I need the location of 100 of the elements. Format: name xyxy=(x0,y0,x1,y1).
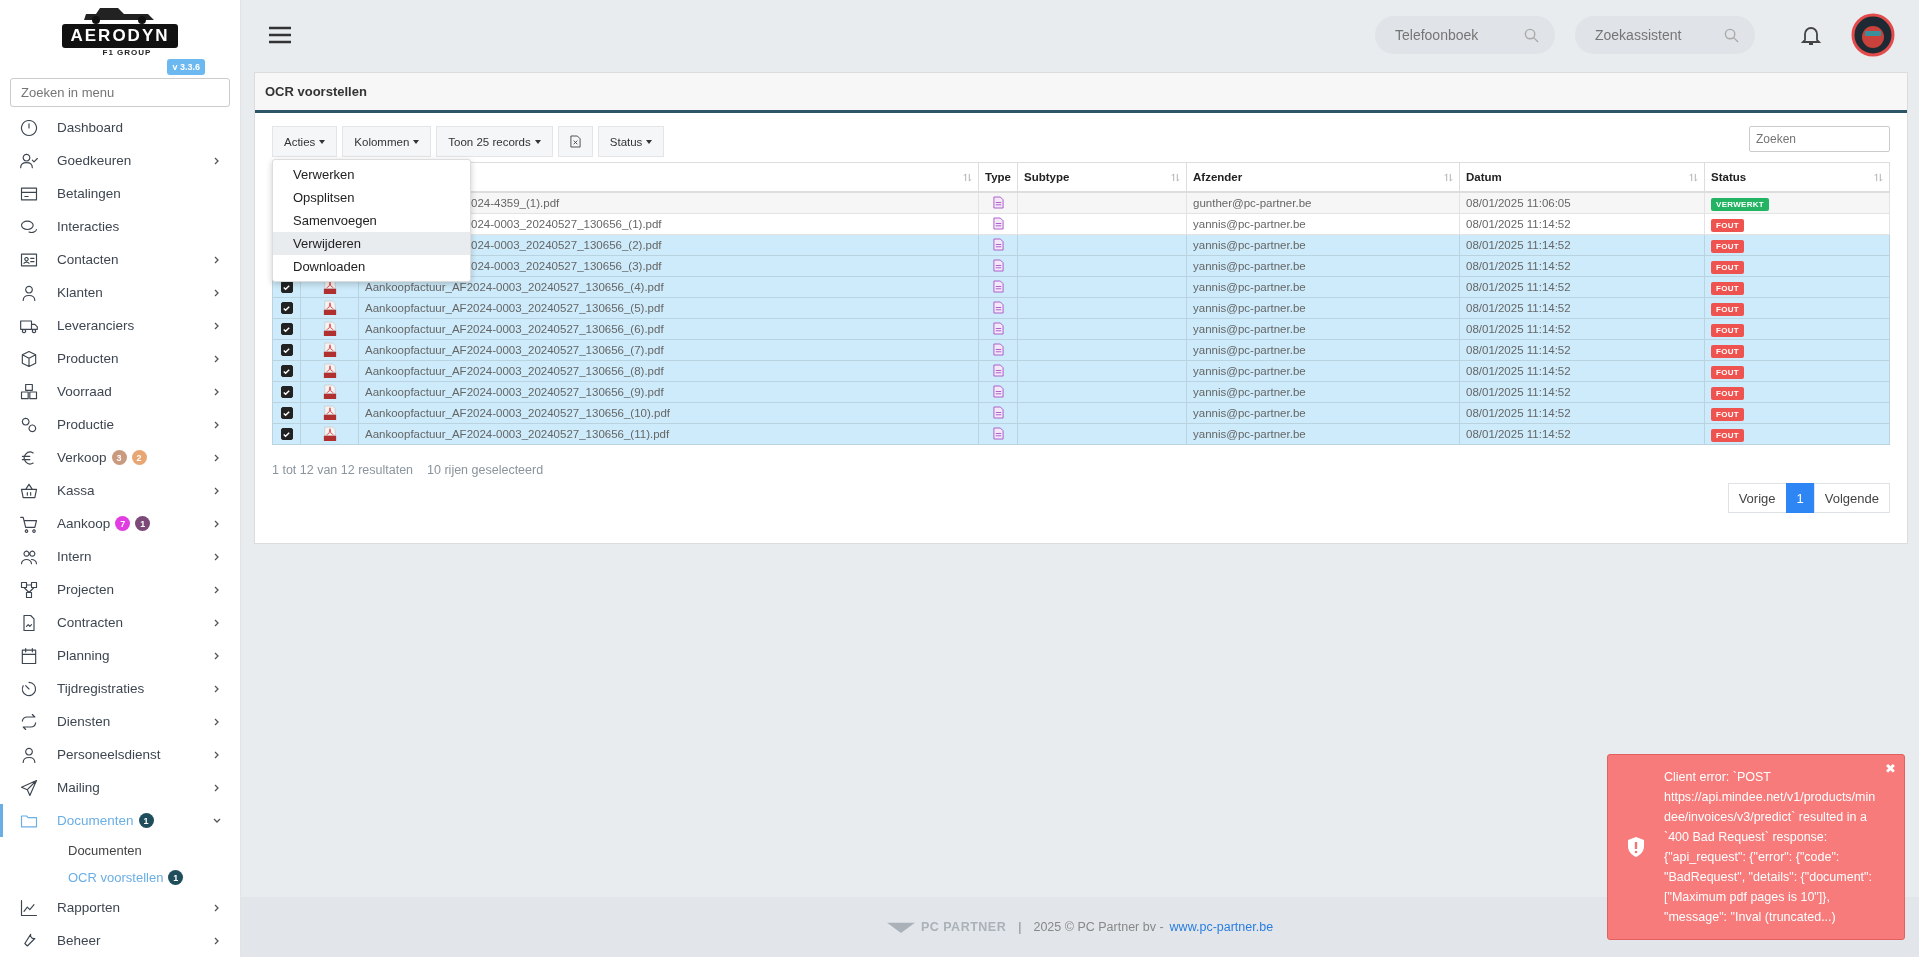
sidebar-item[interactable]: Beheer xyxy=(0,924,240,957)
page-button[interactable]: 1 xyxy=(1785,483,1815,513)
checkbox[interactable] xyxy=(280,365,293,378)
count-badge: 1 xyxy=(168,870,184,885)
menu-item[interactable]: Verwijderen xyxy=(273,232,470,255)
date-cell: 08/01/2025 11:14:52 xyxy=(1466,218,1571,230)
sidebar-item[interactable]: Interacties xyxy=(0,210,240,243)
sidebar-item[interactable]: Leveranciers xyxy=(0,309,240,342)
sidebar-item[interactable]: Diensten xyxy=(0,705,240,738)
sidebar-item[interactable]: Contacten xyxy=(0,243,240,276)
status-tag: FOUT xyxy=(1711,345,1744,358)
sidebar-item[interactable]: Intern xyxy=(0,540,240,573)
pdf-file-icon xyxy=(322,342,337,358)
dropdown-button[interactable]: Acties xyxy=(272,126,338,157)
sidebar-item[interactable]: Producten xyxy=(0,342,240,375)
sidebar-item[interactable]: Contracten xyxy=(0,606,240,639)
checkbox[interactable] xyxy=(280,323,293,336)
nodes-icon xyxy=(19,579,39,600)
table-search-field[interactable]: Zoeken xyxy=(1749,126,1890,152)
status-tag: VERWERKT xyxy=(1711,198,1770,211)
file-name: 024-0003_20240527_130656_(3).pdf xyxy=(470,260,662,272)
document-type-icon xyxy=(992,216,1004,230)
dropdown-button[interactable]: Toon 25 records xyxy=(436,126,553,157)
sidebar-item[interactable]: Planning xyxy=(0,639,240,672)
status-tag: FOUT xyxy=(1711,429,1744,442)
sidebar-item[interactable]: Klanten xyxy=(0,276,240,309)
boxes-icon xyxy=(19,381,39,402)
sidebar-item[interactable]: Tijdregistraties xyxy=(0,672,240,705)
sidebar-item[interactable]: Personeelsdienst xyxy=(0,738,240,771)
error-message: Client error: `POST https://api.mindee.net/v1/products/mindee/invoices/v3/predict` resulted in a `400 Bad Request` response: {"api_request": {"error": {"code": "BadRequest", "details": {"document": ["Maximum pdf pages is 10"]}, "message": "Inval (truncated...) xyxy=(1664,769,1877,926)
sender-email: yannis@pc-partner.be xyxy=(1193,365,1306,377)
checkbox[interactable] xyxy=(280,407,293,420)
excel-export-button[interactable] xyxy=(557,126,593,157)
document-type-icon xyxy=(992,342,1004,356)
status-tag: FOUT xyxy=(1711,387,1744,400)
sidebar-item[interactable]: Rapporten xyxy=(0,891,240,924)
date-cell: 08/01/2025 11:14:52 xyxy=(1466,281,1571,293)
arrows-icon xyxy=(19,711,39,732)
count-badge: 3 xyxy=(111,450,127,465)
document-type-icon xyxy=(992,321,1004,335)
checkbox[interactable] xyxy=(280,428,293,441)
status-tag: FOUT xyxy=(1711,240,1744,253)
page-button[interactable]: Volgende xyxy=(1813,483,1890,513)
date-cell: 08/01/2025 11:14:52 xyxy=(1466,344,1571,356)
sidebar-item[interactable]: Kassa xyxy=(0,474,240,507)
date-cell: 08/01/2025 11:14:52 xyxy=(1466,239,1571,251)
pdf-file-icon xyxy=(322,321,337,337)
checkbox[interactable] xyxy=(280,302,293,315)
status-tag: FOUT xyxy=(1711,303,1744,316)
column-header[interactable]: Status xyxy=(1711,171,1747,183)
sender-email: yannis@pc-partner.be xyxy=(1193,239,1306,251)
sender-email: yannis@pc-partner.be xyxy=(1193,344,1306,356)
date-cell: 08/01/2025 11:14:52 xyxy=(1466,365,1571,377)
sidebar-item[interactable]: Goedkeuren xyxy=(0,144,240,177)
sender-email: yannis@pc-partner.be xyxy=(1193,218,1306,230)
table-info: 1 tot 12 van 12 resultaten xyxy=(272,463,414,477)
chart-icon xyxy=(19,897,39,918)
sender-email: yannis@pc-partner.be xyxy=(1193,260,1306,272)
checkbox[interactable] xyxy=(280,386,293,399)
menu-icon[interactable] xyxy=(269,26,291,44)
search-icon xyxy=(1524,28,1539,43)
menu-item[interactable]: Verwerken xyxy=(273,163,470,186)
column-header[interactable]: Datum xyxy=(1466,171,1502,183)
sidebar-item[interactable]: Verkoop 3 2 xyxy=(0,441,240,474)
sidebar-item[interactable]: Mailing xyxy=(0,771,240,804)
status-tag: FOUT xyxy=(1711,324,1744,337)
menu-search-field[interactable]: Zoeken in menu xyxy=(10,78,230,107)
gauge-icon xyxy=(19,117,39,138)
checkbox[interactable] xyxy=(280,344,293,357)
menu-item[interactable]: Opsplitsen xyxy=(273,186,470,209)
date-cell: 08/01/2025 11:14:52 xyxy=(1466,260,1571,272)
date-cell: 08/01/2025 11:14:52 xyxy=(1466,302,1571,314)
menu-item[interactable]: Downloaden xyxy=(273,255,470,278)
dropdown-button[interactable]: Kolommen xyxy=(342,126,432,157)
document-type-icon xyxy=(992,237,1004,251)
date-cell: 08/01/2025 11:14:52 xyxy=(1466,407,1571,419)
column-header[interactable]: Subtype xyxy=(1024,171,1070,183)
file-name: Aankoopfactuur_AF2024-0003_20240527_130656_(9).pdf xyxy=(365,386,664,398)
version-badge: v 3.3.6 xyxy=(167,59,205,76)
sidebar-item[interactable]: Dashboard xyxy=(0,111,240,144)
sidebar-item[interactable]: Productie xyxy=(0,408,240,441)
search-field[interactable]: Telefoonboek xyxy=(1375,16,1555,54)
status-tag: FOUT xyxy=(1711,219,1744,232)
sidebar-item[interactable]: Aankoop 7 1 xyxy=(0,507,240,540)
sidebar-item[interactable]: Betalingen xyxy=(0,177,240,210)
count-badge: 1 xyxy=(138,813,154,828)
search-field[interactable]: Zoekassistent xyxy=(1575,16,1755,54)
date-cell: 08/01/2025 11:06:05 xyxy=(1466,197,1571,209)
menu-item[interactable]: Samenvoegen xyxy=(273,209,470,232)
sidebar-item[interactable]: Projecten xyxy=(0,573,240,606)
sidebar-subitem[interactable]: OCR voorstellen 1 xyxy=(0,864,240,891)
file-name: 024-0003_20240527_130656_(2).pdf xyxy=(470,239,662,251)
sidebar-item[interactable]: Voorraad xyxy=(0,375,240,408)
sidebar-subitem[interactable]: Documenten xyxy=(0,837,240,864)
column-header[interactable]: Afzender xyxy=(1193,171,1243,183)
dropdown-button[interactable]: Status xyxy=(597,126,665,157)
avatar[interactable] xyxy=(1851,13,1895,57)
page-button[interactable]: Vorige xyxy=(1727,483,1787,513)
status-tag: FOUT xyxy=(1711,261,1744,274)
document-type-icon xyxy=(992,300,1004,314)
